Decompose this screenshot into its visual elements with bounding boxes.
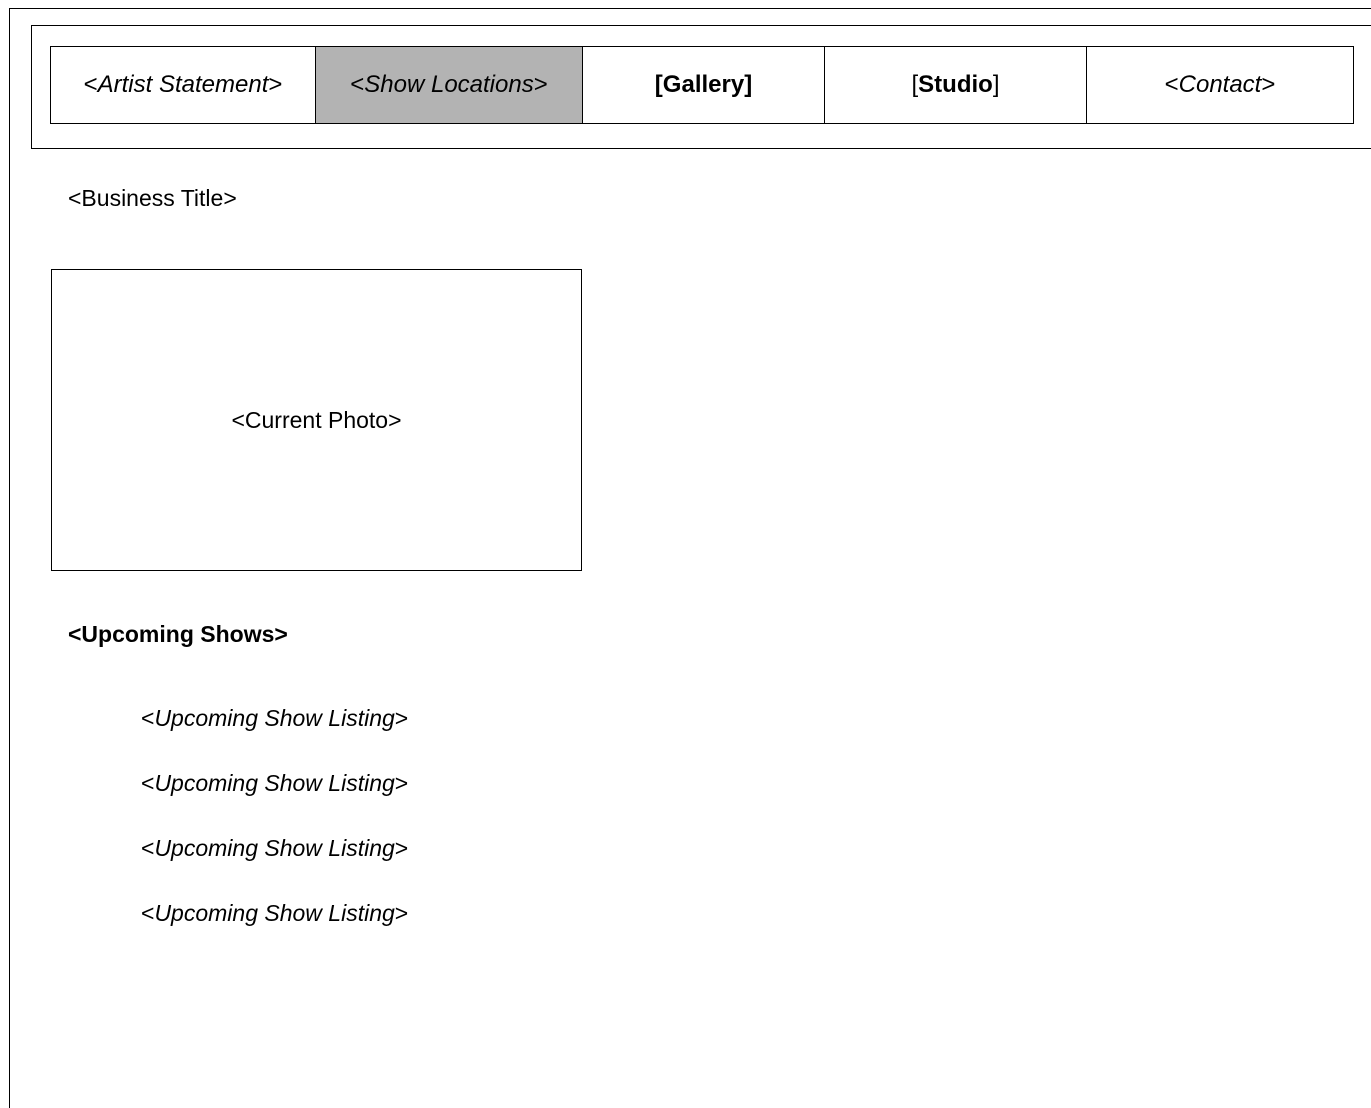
listing-bracket-close: > (394, 770, 409, 796)
nav-item-label: Studio (918, 71, 993, 98)
current-photo-label: <Current Photo> (231, 406, 402, 433)
listing-bracket-close: > (394, 835, 409, 861)
listing-label: Upcoming Show Listing (154, 705, 395, 731)
upcoming-show-listing[interactable]: <Upcoming Show Listing> (141, 705, 408, 732)
nav-item-label: Artist Statement (97, 71, 269, 98)
listing-label: Upcoming Show Listing (154, 835, 395, 861)
listing-bracket-close: > (394, 705, 409, 731)
listing-label: Upcoming Show Listing (154, 900, 395, 926)
upcoming-show-listing[interactable]: <Upcoming Show Listing> (141, 835, 408, 862)
nav-bracket-close: > (268, 71, 283, 98)
nav-item-label: Gallery (662, 71, 745, 98)
nav-item-show-locations[interactable]: < Show Locations > (316, 47, 583, 123)
nav-bracket-open: [ (911, 71, 919, 98)
listing-bracket-open: < (141, 770, 155, 796)
nav-item-gallery[interactable]: [Gallery] (583, 47, 825, 123)
nav-bracket-close: ] (992, 71, 1000, 98)
nav-bracket-close: > (1261, 71, 1276, 98)
nav-bracket-open: < (1164, 71, 1179, 98)
nav-bar: < Artist Statement > < Show Locations > [Gal… (50, 46, 1354, 124)
business-title: <Business Title> (68, 185, 237, 211)
nav-bracket-open: [ (654, 71, 663, 98)
listing-bracket-close: > (394, 900, 409, 926)
upcoming-show-listing[interactable]: <Upcoming Show Listing> (141, 770, 408, 797)
nav-item-studio[interactable]: [Studio] (825, 47, 1087, 123)
nav-bracket-close: > (533, 71, 548, 98)
listing-label: Upcoming Show Listing (154, 770, 395, 796)
listing-bracket-open: < (141, 705, 155, 731)
listing-bracket-open: < (141, 835, 155, 861)
nav-item-artist-statement[interactable]: < Artist Statement > (51, 47, 316, 123)
nav-bracket-open: < (83, 71, 98, 98)
upcoming-shows-heading: <Upcoming Shows> (68, 621, 288, 647)
nav-bracket-open: < (350, 71, 365, 98)
listing-bracket-open: < (141, 900, 155, 926)
nav-bracket-close: ] (744, 71, 753, 98)
upcoming-show-listing[interactable]: <Upcoming Show Listing> (141, 900, 408, 927)
current-photo: <Current Photo> (51, 269, 582, 571)
nav-item-label: Show Locations (364, 71, 534, 98)
nav-item-contact[interactable]: < Contact > (1087, 47, 1353, 123)
nav-item-label: Contact (1178, 71, 1262, 98)
